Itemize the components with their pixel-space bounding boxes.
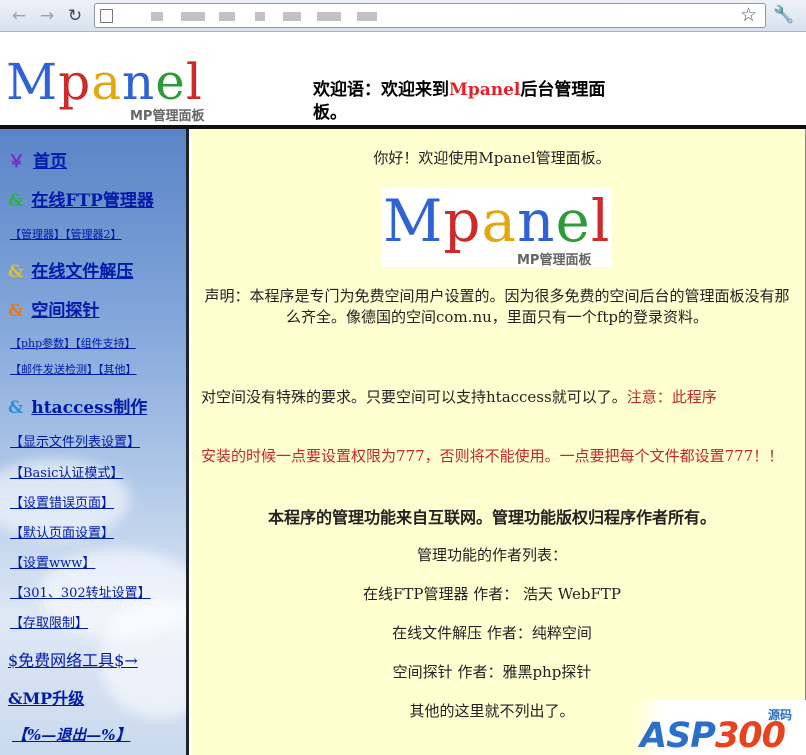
sidebar-item-label: 在线文件解压 xyxy=(31,262,134,282)
sidebar-item-unzip[interactable]: & 在线文件解压 xyxy=(8,257,133,282)
logo-letter: e xyxy=(155,53,186,111)
forward-icon[interactable]: → xyxy=(36,5,58,27)
bookmark-star-icon[interactable]: ☆ xyxy=(740,4,757,26)
statement-text: 声明：本程序是专门为免费空间用户设置的。因为很多免费的空间后台的管理面板没有那么… xyxy=(204,287,790,326)
logo-letter: p xyxy=(58,53,92,111)
sidebar-item-upgrade[interactable]: &MP升级 xyxy=(8,685,84,709)
logo-letter: n xyxy=(517,187,556,255)
sidebar-ht-item[interactable]: 【设置www】 xyxy=(10,552,95,571)
authors-title: 管理功能的作者列表： xyxy=(416,546,567,564)
sidebar-item-label: 在线FTP管理器 xyxy=(31,191,154,211)
address-blur xyxy=(317,12,341,21)
sidebar-item-home[interactable]: ￥ 首页 xyxy=(8,147,67,172)
sidebar-item-logout[interactable]: 【%—退出—%】 xyxy=(12,724,131,745)
bullet: & xyxy=(8,191,24,211)
bullet: & xyxy=(8,398,24,418)
header-logo: Mpanel MP管理面板 xyxy=(6,55,206,127)
address-blur xyxy=(219,12,235,21)
sidebar-item-label: htaccess制作 xyxy=(31,398,148,418)
sidebar-ht-item[interactable]: 【Basic认证模式】 xyxy=(10,462,123,481)
logo-letter: M xyxy=(383,187,444,255)
bullet: & xyxy=(8,262,24,282)
sidebar-ftp-sublinks[interactable]: 【管理器】【管理器2】 xyxy=(10,226,122,242)
logo-subtitle: MP管理面板 xyxy=(130,109,205,124)
logo-text: Mpanel xyxy=(6,55,206,109)
sidebar-item-probe[interactable]: & 空间探针 xyxy=(8,296,99,321)
watermark-logo: ASP300 源码 xyxy=(632,700,806,755)
browser-toolbar: ← → ↻ ☆ 🔧 xyxy=(0,0,806,32)
content-logo: Mpanel MP管理面板 xyxy=(381,187,611,268)
sidebar-probe-sublinks[interactable]: 【php参数】【组件支持】 xyxy=(10,335,136,351)
bullet: & xyxy=(8,301,24,321)
copyright-text: 本程序的管理功能来自互联网。管理功能版权归程序作者所有。 xyxy=(267,508,716,527)
address-bar[interactable] xyxy=(94,3,766,28)
sidebar-ht-item[interactable]: 【显示文件列表设置】 xyxy=(10,431,140,450)
address-blur xyxy=(181,12,205,21)
logo-letter: p xyxy=(443,187,482,255)
bullet: ￥ xyxy=(8,152,25,172)
sidebar-item-tools[interactable]: $免费网络工具$→ xyxy=(8,647,138,671)
author-line: 在线文件解压 作者：纯粹空间 xyxy=(392,624,592,642)
sidebar-ht-item[interactable]: 【存取限制】 xyxy=(10,612,88,631)
address-blur xyxy=(283,12,301,21)
sidebar-item-htaccess[interactable]: & htaccess制作 xyxy=(8,393,147,418)
author-line: 在线FTP管理器 作者： 浩天 WebFTP xyxy=(363,585,621,603)
watermark-cn: 源码 xyxy=(768,708,793,722)
main-content: 你好！欢迎使用Mpanel管理面板。 Mpanel MP管理面板 声明：本程序是… xyxy=(192,129,806,755)
reload-icon[interactable]: ↻ xyxy=(64,5,86,27)
requirement-text: 对空间没有特殊的要求。只要空间可以支持htaccess就可以了。注意：此程序 xyxy=(201,387,791,408)
address-blur xyxy=(255,12,265,21)
welcome-brand: Mpanel xyxy=(449,80,521,100)
welcome-prefix: 欢迎语：欢迎来到 xyxy=(313,80,449,100)
sidebar-item-label: 空间探针 xyxy=(31,301,100,321)
sidebar-ht-item[interactable]: 【301、302转址设置】 xyxy=(10,582,151,601)
content-logo-subtitle: MP管理面板 xyxy=(517,253,592,268)
logo-letter: l xyxy=(185,53,203,111)
welcome-message: 欢迎语：欢迎来到Mpanel后台管理面板。 xyxy=(313,79,633,125)
logo-letter: n xyxy=(122,53,156,111)
sidebar-probe-sublinks-2[interactable]: 【邮件发送检测】【其他】 xyxy=(10,361,137,377)
page-header: Mpanel MP管理面板 欢迎语：欢迎来到Mpanel后台管理面板。 xyxy=(0,33,806,125)
wrench-icon[interactable]: 🔧 xyxy=(773,5,794,25)
logo-letter: a xyxy=(481,187,518,255)
address-blur xyxy=(357,12,377,21)
sidebar-item-ftp[interactable]: & 在线FTP管理器 xyxy=(8,186,154,211)
logo-letter: M xyxy=(6,53,59,111)
content-logo-text: Mpanel xyxy=(383,189,610,253)
back-icon[interactable]: ← xyxy=(8,5,30,27)
greeting-text: 你好！欢迎使用Mpanel管理面板。 xyxy=(373,149,611,167)
author-line: 空间探针 作者：雅黑php探针 xyxy=(392,663,592,681)
sidebar-ht-item[interactable]: 【设置错误页面】 xyxy=(10,492,114,511)
logo-letter: l xyxy=(590,187,611,255)
watermark-asp: ASP xyxy=(640,716,716,755)
page-icon xyxy=(100,9,113,23)
requirement-note: 注意：此程序 xyxy=(626,388,717,406)
watermark-text: ASP300 xyxy=(640,716,786,755)
sidebar-ht-item[interactable]: 【默认页面设置】 xyxy=(10,522,114,541)
sidebar: ￥ 首页 & 在线FTP管理器 【管理器】【管理器2】 & 在线文件解压 & 空间探针 … xyxy=(0,129,189,755)
requirement-main: 对空间没有特殊的要求。只要空间可以支持htaccess就可以了。 xyxy=(201,388,627,406)
address-blur xyxy=(151,12,163,21)
sidebar-item-label: 首页 xyxy=(33,152,67,172)
install-note: 安装的时候一点要设置权限为777，否则将不能使用。一点要把每个文件都设置777！… xyxy=(201,447,784,465)
logo-letter: e xyxy=(555,187,591,255)
logo-letter: a xyxy=(91,53,123,111)
